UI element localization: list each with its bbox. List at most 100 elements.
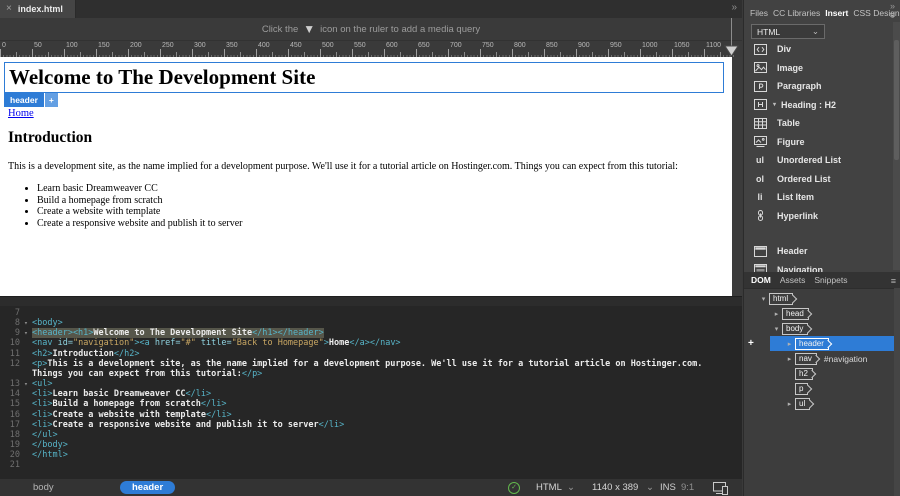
insert-item-hyperlink[interactable]: Hyperlink [744,207,894,226]
dom-tag-pill[interactable]: body [782,323,808,335]
line-number[interactable]: 12 [0,359,20,379]
dom-menu-icon[interactable]: ≡ [891,276,896,286]
dom-node-nav[interactable]: ▸nav#navigation [744,351,900,366]
tree-collapsed-icon[interactable]: ▸ [784,355,795,363]
page-heading[interactable]: Welcome to The Development Site [9,65,315,90]
preview-devices-icon[interactable] [712,481,729,495]
insert-item-image[interactable]: Image [744,59,894,78]
dom-node-h2[interactable]: h2 [744,366,900,381]
code-text[interactable]: </html> [32,450,742,460]
intro-paragraph[interactable]: This is a development site, as the name … [8,161,678,172]
code-fold-icon[interactable]: ▾ [20,379,32,389]
chevron-down-icon[interactable]: ⌄ [567,482,575,493]
code-text[interactable]: <li>Learn basic Dreamweaver CC</li> [32,389,742,399]
line-number[interactable]: 11 [0,349,20,359]
feature-list[interactable]: Learn basic Dreamweaver CCBuild a homepa… [0,183,243,229]
code-line-16[interactable]: 16 <li>Create a website with template</li… [0,410,742,420]
ruler[interactable]: 0501001502002503003504004505005506006507… [0,40,742,58]
code-line-14[interactable]: 14 <li>Learn basic Dreamweaver CC</li> [0,389,742,399]
feature-list-item[interactable]: Create a website with template [37,206,243,218]
insert-category-select[interactable]: HTML ⌄ [751,24,825,39]
insert-item-header[interactable]: Header [744,242,894,261]
feature-list-item[interactable]: Build a homepage from scratch [37,195,243,207]
line-number[interactable]: 16 [0,410,20,420]
code-line-10[interactable]: 10 <nav id="navigation"><a href="#" title… [0,338,742,348]
dom-tag-pill[interactable]: html [769,293,793,305]
chevron-down-icon[interactable]: ⌄ [646,482,654,493]
design-view[interactable]: Welcome to The Development Site header +… [0,57,742,296]
element-tag-badge-label[interactable]: header [4,93,44,107]
insert-item-heading-h2[interactable]: ▾Heading : H2 [744,96,894,115]
code-text[interactable]: <ul> [32,379,742,389]
code-text[interactable]: <li>Create a website with template</li> [32,410,742,420]
code-line-19[interactable]: 19</body> [0,440,742,450]
tab-assets[interactable]: Assets [780,275,806,285]
line-number[interactable]: 7 [0,308,20,318]
insert-item-list-item[interactable]: liList Item [744,188,894,207]
dom-tag-pill[interactable]: nav [795,353,817,365]
code-line-9[interactable]: 9▾<header><h1>Welcome to The Development… [0,328,742,338]
line-number[interactable]: 10 [0,338,20,348]
tree-collapsed-icon[interactable]: ▸ [771,310,782,318]
panel-scrollbar-thumb[interactable] [894,40,899,160]
line-number[interactable]: 9 [0,328,20,338]
insert-item-unordered-list[interactable]: ulUnordered List [744,151,894,170]
dom-tag-pill[interactable]: header [795,338,829,350]
code-text[interactable]: <li>Create a responsive website and publ… [32,420,742,430]
close-icon[interactable]: × [6,4,12,14]
code-text[interactable]: <p>This is a development site, as the na… [32,359,742,379]
doc-type-label[interactable]: HTML [536,482,562,493]
line-number[interactable]: 21 [0,460,20,470]
viewport-size-label[interactable]: 1140 x 389 [592,482,638,493]
tab-insert[interactable]: Insert [825,8,848,18]
line-number[interactable]: 14 [0,389,20,399]
dom-scrollbar[interactable] [894,288,900,496]
dom-node-header[interactable]: + ▸header [744,336,900,351]
code-line-20[interactable]: 20 </html> [0,450,742,460]
code-line-8[interactable]: 8▾<body> [0,318,742,328]
code-line-11[interactable]: 11 <h2>Introduction</h2> [0,349,742,359]
code-line-15[interactable]: 15<li>Build a homepage from scratch</li> [0,399,742,409]
tag-selector-body[interactable]: body [33,482,54,493]
insert-item-div[interactable]: Div [744,40,894,59]
feature-list-item[interactable]: Create a responsive website and publish … [37,218,243,230]
add-element-button[interactable]: + [45,93,58,107]
code-line-7[interactable]: 7 [0,308,742,318]
tree-collapsed-icon[interactable]: ▸ [784,340,795,348]
tab-files[interactable]: Files [750,8,768,18]
line-number[interactable]: 20 [0,450,20,460]
tree-expanded-icon[interactable]: ▾ [758,295,769,303]
code-line-17[interactable]: 17 <li>Create a responsive website and pu… [0,420,742,430]
dom-node-body[interactable]: ▾body [744,321,900,336]
insert-item-ordered-list[interactable]: olOrdered List [744,170,894,189]
panel-menu-icon[interactable]: ≡ [890,10,895,20]
code-fold-icon[interactable]: ▾ [20,318,32,328]
code-text[interactable]: <nav id="navigation"><a href="#" title="… [32,338,742,348]
line-number[interactable]: 8 [0,318,20,328]
line-number[interactable]: 13 [0,379,20,389]
submenu-arrow-icon[interactable]: ▾ [773,101,776,108]
code-line-21[interactable]: 21 [0,460,742,470]
tree-collapsed-icon[interactable]: ▸ [784,400,795,408]
insert-item-table[interactable]: Table [744,114,894,133]
dom-node-p[interactable]: p [744,381,900,396]
dom-tag-pill[interactable]: h2 [795,368,813,380]
dom-tag-pill[interactable]: ul [795,398,810,410]
dom-tag-pill[interactable]: p [795,383,808,395]
media-query-marker-icon[interactable] [724,45,739,57]
dom-node-head[interactable]: ▸head [744,306,900,321]
code-text[interactable]: <header><h1>Welcome to The Development S… [32,328,742,338]
tab-dom[interactable]: DOM [751,275,771,285]
home-link[interactable]: Home [8,108,34,119]
code-text[interactable] [32,460,742,470]
code-text[interactable]: </body> [32,440,742,450]
dom-tag-pill[interactable]: head [782,308,809,320]
code-text[interactable]: </ul> [32,430,742,440]
code-text[interactable]: <h2>Introduction</h2> [32,349,742,359]
tree-expanded-icon[interactable]: ▾ [771,325,782,333]
selected-element-outline[interactable]: Welcome to The Development Site [4,62,724,93]
line-number[interactable]: 17 [0,420,20,430]
code-text[interactable] [32,308,742,318]
code-line-18[interactable]: 18</ul> [0,430,742,440]
dom-add-element-icon[interactable]: + [748,338,754,349]
